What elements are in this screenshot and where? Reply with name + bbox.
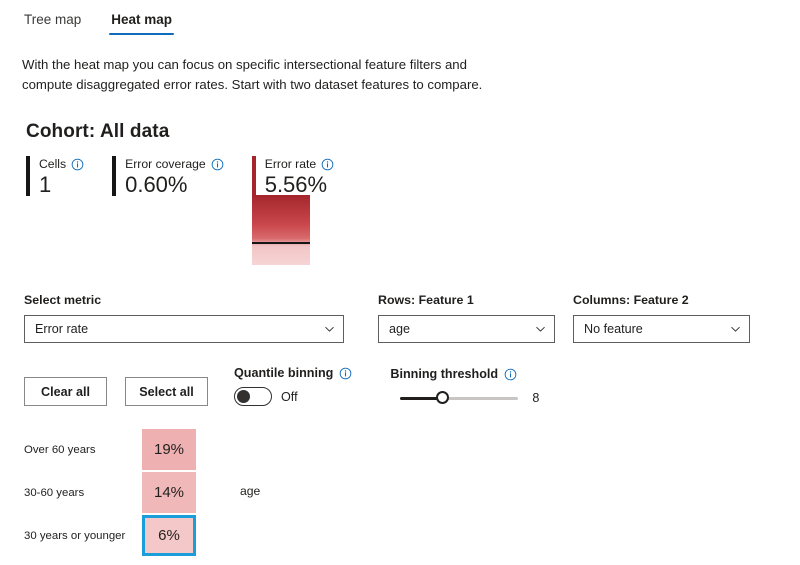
info-icon[interactable] [321, 158, 334, 171]
heat-map-cell[interactable]: 14% [142, 472, 196, 513]
info-icon[interactable] [339, 367, 352, 380]
clear-all-button[interactable]: Clear all [24, 377, 107, 406]
error-rate-accent-bar [251, 156, 256, 195]
error-rate-gradient [251, 195, 310, 265]
binning-threshold-value: 8 [532, 391, 540, 405]
columns-feature-label: Columns: Feature 2 [573, 293, 689, 307]
tab-bar: Tree map Heat map [0, 0, 800, 39]
heat-map-cell[interactable]: 19% [142, 429, 196, 470]
heat-map-cell-value: 6% [158, 527, 180, 544]
columns-feature-value: No feature [584, 322, 643, 336]
chevron-down-icon [324, 324, 335, 335]
field-rows-feature-1: Rows: Feature 1 age [378, 292, 555, 343]
select-metric-dropdown[interactable]: Error rate [24, 315, 344, 343]
field-columns-feature-2: Columns: Feature 2 No feature [573, 292, 750, 343]
rows-feature-label: Rows: Feature 1 [378, 293, 474, 307]
stat-cells-label: Cells [39, 157, 67, 171]
heat-map-grid: Over 60 years 19% 30-60 years 14% 30 yea… [0, 428, 800, 557]
toggle-knob [237, 390, 250, 403]
chevron-down-icon [535, 324, 546, 335]
select-all-button[interactable]: Select all [125, 377, 208, 406]
heat-map-rows: Over 60 years 19% 30-60 years 14% 30 yea… [24, 428, 196, 557]
slider-thumb[interactable] [436, 391, 450, 404]
tab-tree-map-label: Tree map [24, 12, 82, 27]
error-rate-marker [251, 242, 310, 244]
tab-active-underline [109, 32, 175, 35]
heat-map-cell-value: 19% [153, 441, 185, 458]
stat-error-rate: Error rate 5.56% [251, 156, 334, 265]
stat-error-coverage-label: Error coverage [125, 157, 206, 171]
tab-heat-map-label: Heat map [111, 12, 173, 27]
stat-error-coverage: Error coverage 0.60% [112, 156, 224, 198]
info-icon[interactable] [71, 158, 84, 171]
binning-threshold-slider[interactable] [400, 390, 519, 406]
quantile-binning-group: Quantile binning Off [234, 365, 352, 406]
stat-cells-value: 1 [39, 172, 52, 197]
rows-feature-value: age [389, 322, 411, 336]
heat-map-row-label: Over 60 years [24, 443, 96, 456]
controls-section: Select metric Error rate Rows: Feature 1… [0, 292, 800, 343]
table-row: 30-60 years 14% [24, 471, 196, 514]
quantile-binning-toggle[interactable] [234, 387, 272, 406]
info-icon[interactable] [504, 368, 517, 381]
stat-cells: Cells 1 [26, 156, 84, 198]
binning-threshold-label: Binning threshold [390, 367, 499, 381]
info-icon[interactable] [211, 158, 224, 171]
tab-tree-map[interactable]: Tree map [22, 9, 83, 39]
stat-error-rate-label: Error rate [264, 157, 317, 171]
table-row: 30 years or younger 6% [24, 514, 196, 557]
actions-row: Clear all Select all Quantile binning Of… [0, 365, 800, 406]
chevron-down-icon [730, 324, 741, 335]
cohort-stats: Cells 1 Error coverage 0.60% Error rate … [26, 156, 800, 268]
table-row: Over 60 years 19% [24, 428, 196, 471]
heat-map-row-label: 30 years or younger [24, 529, 126, 542]
heat-map-axis-label: age [240, 484, 261, 498]
heat-map-row-label: 30-60 years [24, 486, 85, 499]
select-metric-value: Error rate [35, 322, 89, 336]
cohort-title: Cohort: All data [26, 121, 170, 142]
quantile-binning-state: Off [281, 389, 298, 404]
stat-error-coverage-value: 0.60% [125, 172, 188, 197]
quantile-binning-label: Quantile binning [234, 366, 334, 380]
selector-row: Select metric Error rate Rows: Feature 1… [24, 292, 800, 343]
heat-map-cell-value: 14% [153, 484, 185, 501]
heat-map-description: With the heat map you can focus on speci… [22, 57, 483, 92]
field-select-metric: Select metric Error rate [24, 292, 344, 343]
binning-threshold-group: Binning threshold 8 [390, 366, 539, 406]
select-metric-label: Select metric [24, 293, 102, 307]
error-rate-gauge [251, 156, 310, 265]
heat-map-cell-selected[interactable]: 6% [142, 515, 196, 556]
columns-feature-dropdown[interactable]: No feature [573, 315, 750, 343]
rows-feature-dropdown[interactable]: age [378, 315, 555, 343]
tab-heat-map[interactable]: Heat map [109, 9, 175, 39]
